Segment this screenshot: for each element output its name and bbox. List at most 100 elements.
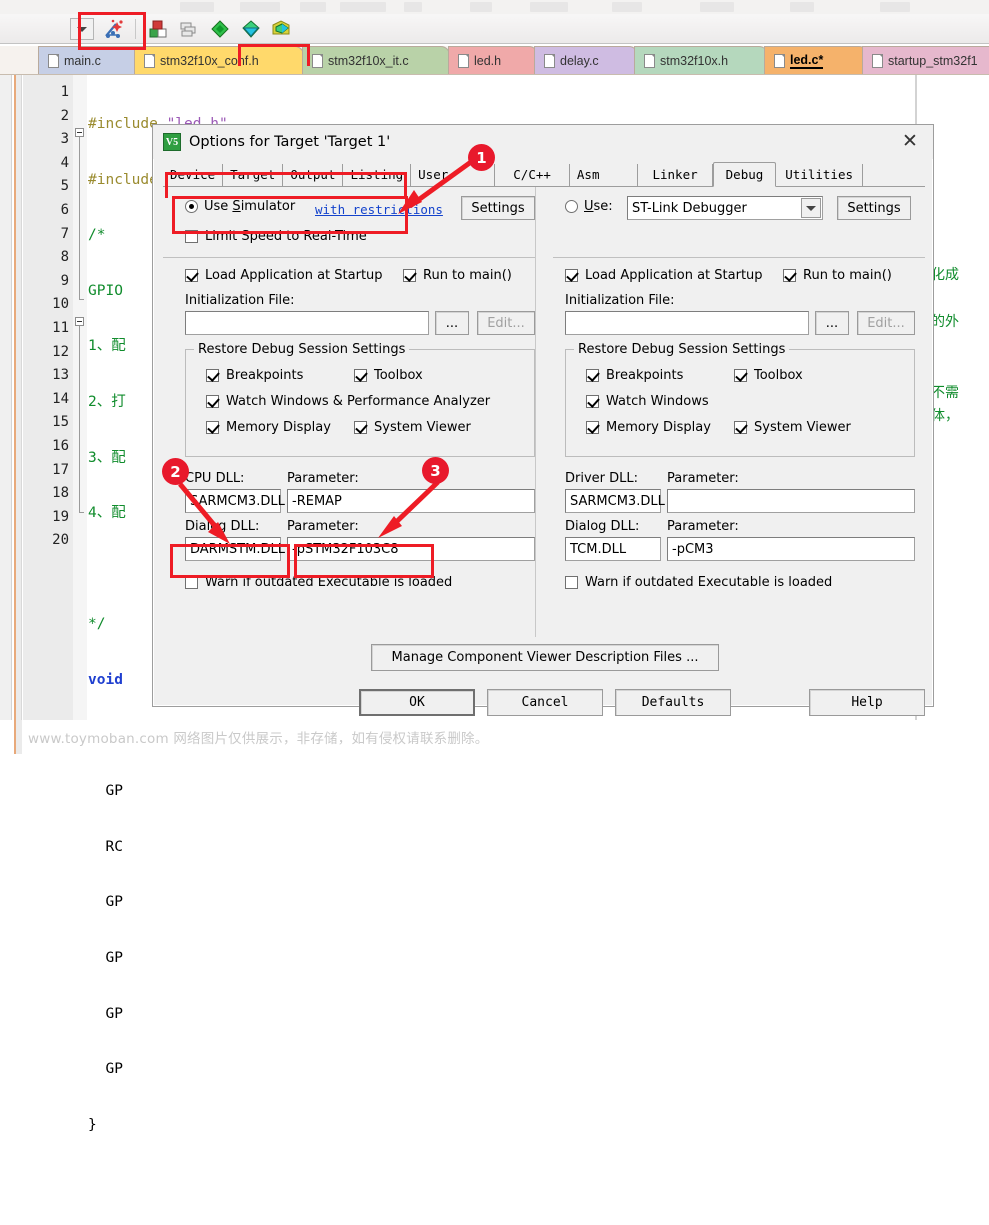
- memory-display-checkbox[interactable]: [586, 421, 599, 434]
- file-tab-stm32f10x-h[interactable]: stm32f10x.h: [634, 46, 768, 74]
- file-tab-led-h[interactable]: led.h: [448, 46, 538, 74]
- comment-fragment: [917, 75, 987, 99]
- warn-outdated-row-left[interactable]: Warn if outdated Executable is loaded: [185, 575, 452, 590]
- target-options-wand-icon[interactable]: [101, 18, 125, 40]
- driver-parameter-input[interactable]: [667, 489, 915, 513]
- tab-linker[interactable]: Linker: [638, 164, 713, 186]
- cpu-parameter-input[interactable]: -REMAP: [287, 489, 535, 513]
- toolbox-row-right[interactable]: Toolbox: [734, 368, 803, 383]
- breakpoints-row-right[interactable]: Breakpoints: [586, 368, 683, 383]
- tab-c-cpp[interactable]: C/C++: [495, 164, 570, 186]
- run-to-main-row-left[interactable]: Run to main(): [403, 268, 512, 283]
- debugger-select[interactable]: ST-Link Debugger: [627, 196, 823, 220]
- manage-components-icon[interactable]: [208, 18, 232, 40]
- annotation-badge-2: 2: [162, 458, 189, 485]
- tab-asm[interactable]: Asm: [570, 164, 639, 186]
- line-number: 19: [52, 508, 69, 525]
- editor-file-tabs: main.c stm32f10x_conf.h stm32f10x_it.c l…: [0, 46, 989, 74]
- system-viewer-row-left[interactable]: System Viewer: [354, 420, 471, 435]
- tab-device[interactable]: Device: [163, 164, 224, 186]
- run-to-main-checkbox[interactable]: [783, 269, 796, 282]
- tab-utilities[interactable]: Utilities: [776, 164, 864, 186]
- dialog-parameter-input-left[interactable]: -pSTM32F103C8: [287, 537, 535, 561]
- dialog-tab-strip: Device Target Output Listing User C/C++ …: [163, 162, 925, 187]
- tab-listing[interactable]: Listing: [343, 164, 412, 186]
- watch-windows-checkbox[interactable]: [586, 395, 599, 408]
- system-viewer-row-right[interactable]: System Viewer: [734, 420, 851, 435]
- use-debugger-radio[interactable]: [565, 200, 578, 213]
- limit-speed-checkbox[interactable]: [185, 230, 198, 243]
- cancel-button[interactable]: Cancel: [487, 689, 603, 716]
- memory-display-checkbox[interactable]: [206, 421, 219, 434]
- memory-display-row-left[interactable]: Memory Display: [206, 420, 331, 435]
- limit-speed-row[interactable]: Limit Speed to Real-Time: [185, 229, 367, 244]
- manage-component-viewer-button[interactable]: Manage Component Viewer Description File…: [371, 644, 719, 671]
- load-app-row-left[interactable]: Load Application at Startup: [185, 268, 383, 283]
- toolbox-checkbox[interactable]: [734, 369, 747, 382]
- warn-outdated-checkbox[interactable]: [565, 576, 578, 589]
- ok-button[interactable]: OK: [359, 689, 475, 716]
- dialog-parameter-input-right[interactable]: -pCM3: [667, 537, 915, 561]
- chevron-down-icon[interactable]: [70, 18, 94, 40]
- file-tab-stm32f10x-it-c[interactable]: stm32f10x_it.c: [302, 46, 450, 74]
- toolbar-overflow-row: [0, 0, 989, 14]
- close-icon[interactable]: ✕: [887, 125, 933, 157]
- file-tab-led-c[interactable]: led.c*: [764, 46, 868, 74]
- breakpoints-checkbox[interactable]: [206, 369, 219, 382]
- watch-windows-row-right[interactable]: Watch Windows: [586, 394, 709, 409]
- toolbox-checkbox[interactable]: [354, 369, 367, 382]
- use-simulator-row[interactable]: Use Simulator: [185, 199, 295, 214]
- init-file-browse-button-right[interactable]: ...: [815, 311, 849, 335]
- driver-dll-input[interactable]: SARMCM3.DLL: [565, 489, 665, 513]
- build-icon[interactable]: [146, 18, 170, 40]
- help-button[interactable]: Help: [809, 689, 925, 716]
- breakpoints-row-left[interactable]: Breakpoints: [206, 368, 303, 383]
- load-app-label: Load Application at Startup: [585, 268, 763, 283]
- run-to-main-checkbox[interactable]: [403, 269, 416, 282]
- file-tab-label: led.c*: [790, 52, 824, 69]
- system-viewer-checkbox[interactable]: [734, 421, 747, 434]
- simulator-settings-button[interactable]: Settings: [461, 196, 535, 220]
- system-viewer-checkbox[interactable]: [354, 421, 367, 434]
- batch-build-icon[interactable]: [177, 18, 201, 40]
- warn-outdated-row-right[interactable]: Warn if outdated Executable is loaded: [565, 575, 832, 590]
- chevron-down-icon[interactable]: [801, 198, 821, 218]
- pack-installer-icon[interactable]: [270, 18, 294, 40]
- memory-display-row-right[interactable]: Memory Display: [586, 420, 711, 435]
- run-to-main-row-right[interactable]: Run to main(): [783, 268, 892, 283]
- system-viewer-label: System Viewer: [374, 420, 471, 435]
- tab-output[interactable]: Output: [283, 164, 344, 186]
- toolbox-row-left[interactable]: Toolbox: [354, 368, 423, 383]
- editor-bookmark-bar[interactable]: [14, 75, 22, 721]
- init-file-input-left[interactable]: [185, 311, 429, 335]
- file-tab-delay-c[interactable]: delay.c: [534, 46, 638, 74]
- defaults-button[interactable]: Defaults: [615, 689, 731, 716]
- load-app-checkbox[interactable]: [565, 269, 578, 282]
- tab-target[interactable]: Target: [223, 164, 284, 186]
- cpu-dll-input[interactable]: SARMCM3.DLL: [185, 489, 285, 513]
- load-app-checkbox[interactable]: [185, 269, 198, 282]
- file-tab-stm32f10x-conf-h[interactable]: stm32f10x_conf.h: [134, 46, 304, 74]
- warn-outdated-checkbox[interactable]: [185, 576, 198, 589]
- use-debugger-row[interactable]: Use:: [565, 199, 613, 214]
- config-wizard-icon[interactable]: [239, 18, 263, 40]
- init-file-input-right[interactable]: [565, 311, 809, 335]
- dialog-dll-input-left[interactable]: DARMSTM.DLL: [185, 537, 285, 561]
- watch-windows-checkbox[interactable]: [206, 395, 219, 408]
- file-tab-startup-stm32f1[interactable]: startup_stm32f1: [862, 46, 989, 74]
- watch-windows-row-left[interactable]: Watch Windows & Performance Analyzer: [206, 394, 490, 409]
- breakpoints-checkbox[interactable]: [586, 369, 599, 382]
- init-file-browse-button-left[interactable]: ...: [435, 311, 469, 335]
- with-restrictions-link[interactable]: with restrictions: [315, 202, 443, 217]
- toolbar-main-row: [0, 14, 989, 44]
- line-number: 10: [52, 296, 69, 313]
- driver-parameter-label: Parameter:: [667, 471, 739, 486]
- fold-toggle-icon[interactable]: [75, 317, 84, 326]
- fold-toggle-icon[interactable]: [75, 128, 84, 137]
- debugger-settings-button[interactable]: Settings: [837, 196, 911, 220]
- code-folding-column[interactable]: [73, 75, 87, 721]
- load-app-row-right[interactable]: Load Application at Startup: [565, 268, 763, 283]
- dialog-dll-input-right[interactable]: TCM.DLL: [565, 537, 661, 561]
- tab-debug[interactable]: Debug: [712, 162, 777, 187]
- use-simulator-radio[interactable]: [185, 200, 198, 213]
